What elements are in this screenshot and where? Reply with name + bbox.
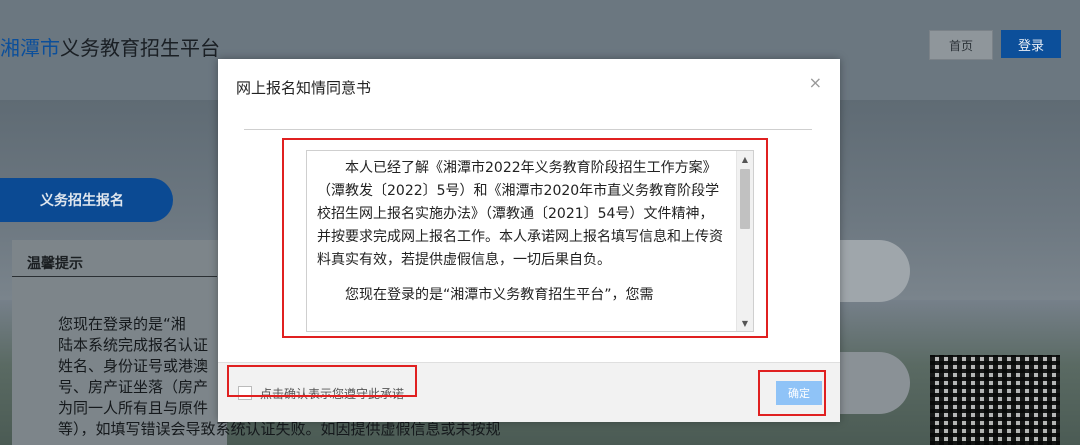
home-button[interactable]: 首页 [929, 30, 993, 60]
modal-divider [244, 129, 812, 130]
close-icon[interactable]: × [809, 73, 822, 92]
annotation-box-consent [282, 138, 768, 338]
login-button[interactable]: 登录 [1001, 30, 1061, 58]
modal-title: 网上报名知情同意书 [236, 79, 372, 97]
qr-code-icon [930, 355, 1060, 445]
tips-divider [12, 276, 217, 277]
platform-title-city: 湘潭市 [0, 36, 60, 60]
enrollment-tab[interactable]: 义务招生报名 [0, 178, 173, 222]
tips-title: 温馨提示 [27, 256, 83, 272]
annotation-box-confirm [758, 370, 826, 416]
platform-title-name: 义务教育招生平台 [60, 36, 220, 60]
page: 湘潭市义务教育招生平台 首页 登录 义务招生报名 温馨提示 您现在登录的是“湘 … [0, 0, 1080, 445]
annotation-box-agree [227, 365, 417, 397]
platform-title: 湘潭市义务教育招生平台 [0, 32, 220, 61]
consent-modal: 网上报名知情同意书 × 本人已经了解《湘潭市2022年义务教育阶段招生工作方案》… [218, 59, 840, 422]
